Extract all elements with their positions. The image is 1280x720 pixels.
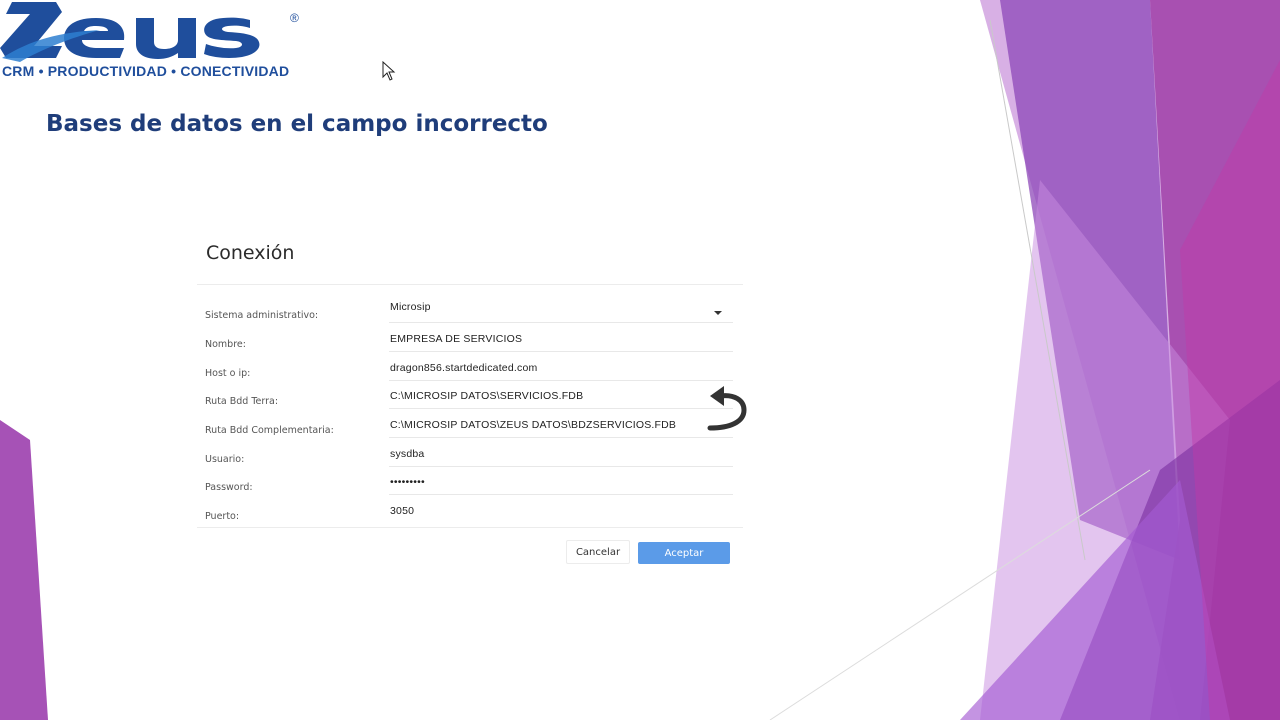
field-underline xyxy=(389,380,733,381)
field-label: Host o ip: xyxy=(205,368,251,379)
field-host[interactable]: Host o ip: dragon856.startdedicated.com xyxy=(205,354,733,382)
registered-mark: ® xyxy=(290,11,299,25)
connection-dialog: Conexión Sistema administrativo: Microsi… xyxy=(192,222,744,578)
dialog-footer-divider xyxy=(197,527,743,528)
field-underline xyxy=(389,494,733,495)
field-underline xyxy=(389,351,733,352)
field-label: Ruta Bdd Terra: xyxy=(205,396,279,407)
field-ruta-bdd-complementaria[interactable]: Ruta Bdd Complementaria: C:\MICROSIP DAT… xyxy=(205,411,733,439)
host-input[interactable]: dragon856.startdedicated.com xyxy=(390,362,537,374)
dialog-title: Conexión xyxy=(206,242,295,264)
field-nombre[interactable]: Nombre: EMPRESA DE SERVICIOS xyxy=(205,325,733,353)
field-label: Sistema administrativo: xyxy=(205,310,319,321)
accept-button[interactable]: Aceptar xyxy=(638,542,730,564)
field-password[interactable]: Password: ••••••••• xyxy=(205,468,733,496)
field-puerto[interactable]: Puerto: 3050 xyxy=(205,497,733,525)
cancel-button[interactable]: Cancelar xyxy=(566,540,630,564)
slide-title: Bases de datos en el campo incorrecto xyxy=(46,111,548,137)
field-underline xyxy=(389,437,733,438)
logo-tagline: CRM • PRODUCTIVIDAD • CONECTIVIDAD xyxy=(2,63,290,79)
dialog-header-divider xyxy=(197,284,743,285)
ruta-terra-input[interactable]: C:\MICROSIP DATOS\SERVICIOS.FDB xyxy=(390,390,583,402)
field-label: Ruta Bdd Complementaria: xyxy=(205,425,334,436)
sistema-select-value[interactable]: Microsip xyxy=(390,301,431,313)
chevron-down-icon[interactable] xyxy=(714,311,722,315)
field-label: Nombre: xyxy=(205,339,246,350)
zeus-logo-mark: ® xyxy=(0,2,299,62)
zeus-logo: ® CRM • PRODUCTIVIDAD • CONECTIVIDAD xyxy=(0,0,310,82)
field-label: Usuario: xyxy=(205,454,245,465)
nombre-input[interactable]: EMPRESA DE SERVICIOS xyxy=(390,333,522,345)
ruta-complementaria-input[interactable]: C:\MICROSIP DATOS\ZEUS DATOS\BDZSERVICIO… xyxy=(390,419,676,431)
password-input[interactable]: ••••••••• xyxy=(390,476,425,488)
usuario-input[interactable]: sysdba xyxy=(390,448,424,460)
mouse-pointer-icon xyxy=(382,61,396,81)
puerto-input[interactable]: 3050 xyxy=(390,505,414,517)
field-sistema-administrativo[interactable]: Sistema administrativo: Microsip xyxy=(205,296,733,324)
field-underline xyxy=(389,408,733,409)
field-underline xyxy=(389,466,733,467)
curved-swap-arrow-icon xyxy=(707,386,747,431)
field-usuario[interactable]: Usuario: sysdba xyxy=(205,440,733,468)
field-underline xyxy=(389,322,733,323)
field-label: Puerto: xyxy=(205,511,240,522)
field-label: Password: xyxy=(205,482,253,493)
field-ruta-bdd-terra[interactable]: Ruta Bdd Terra: C:\MICROSIP DATOS\SERVIC… xyxy=(205,382,733,410)
